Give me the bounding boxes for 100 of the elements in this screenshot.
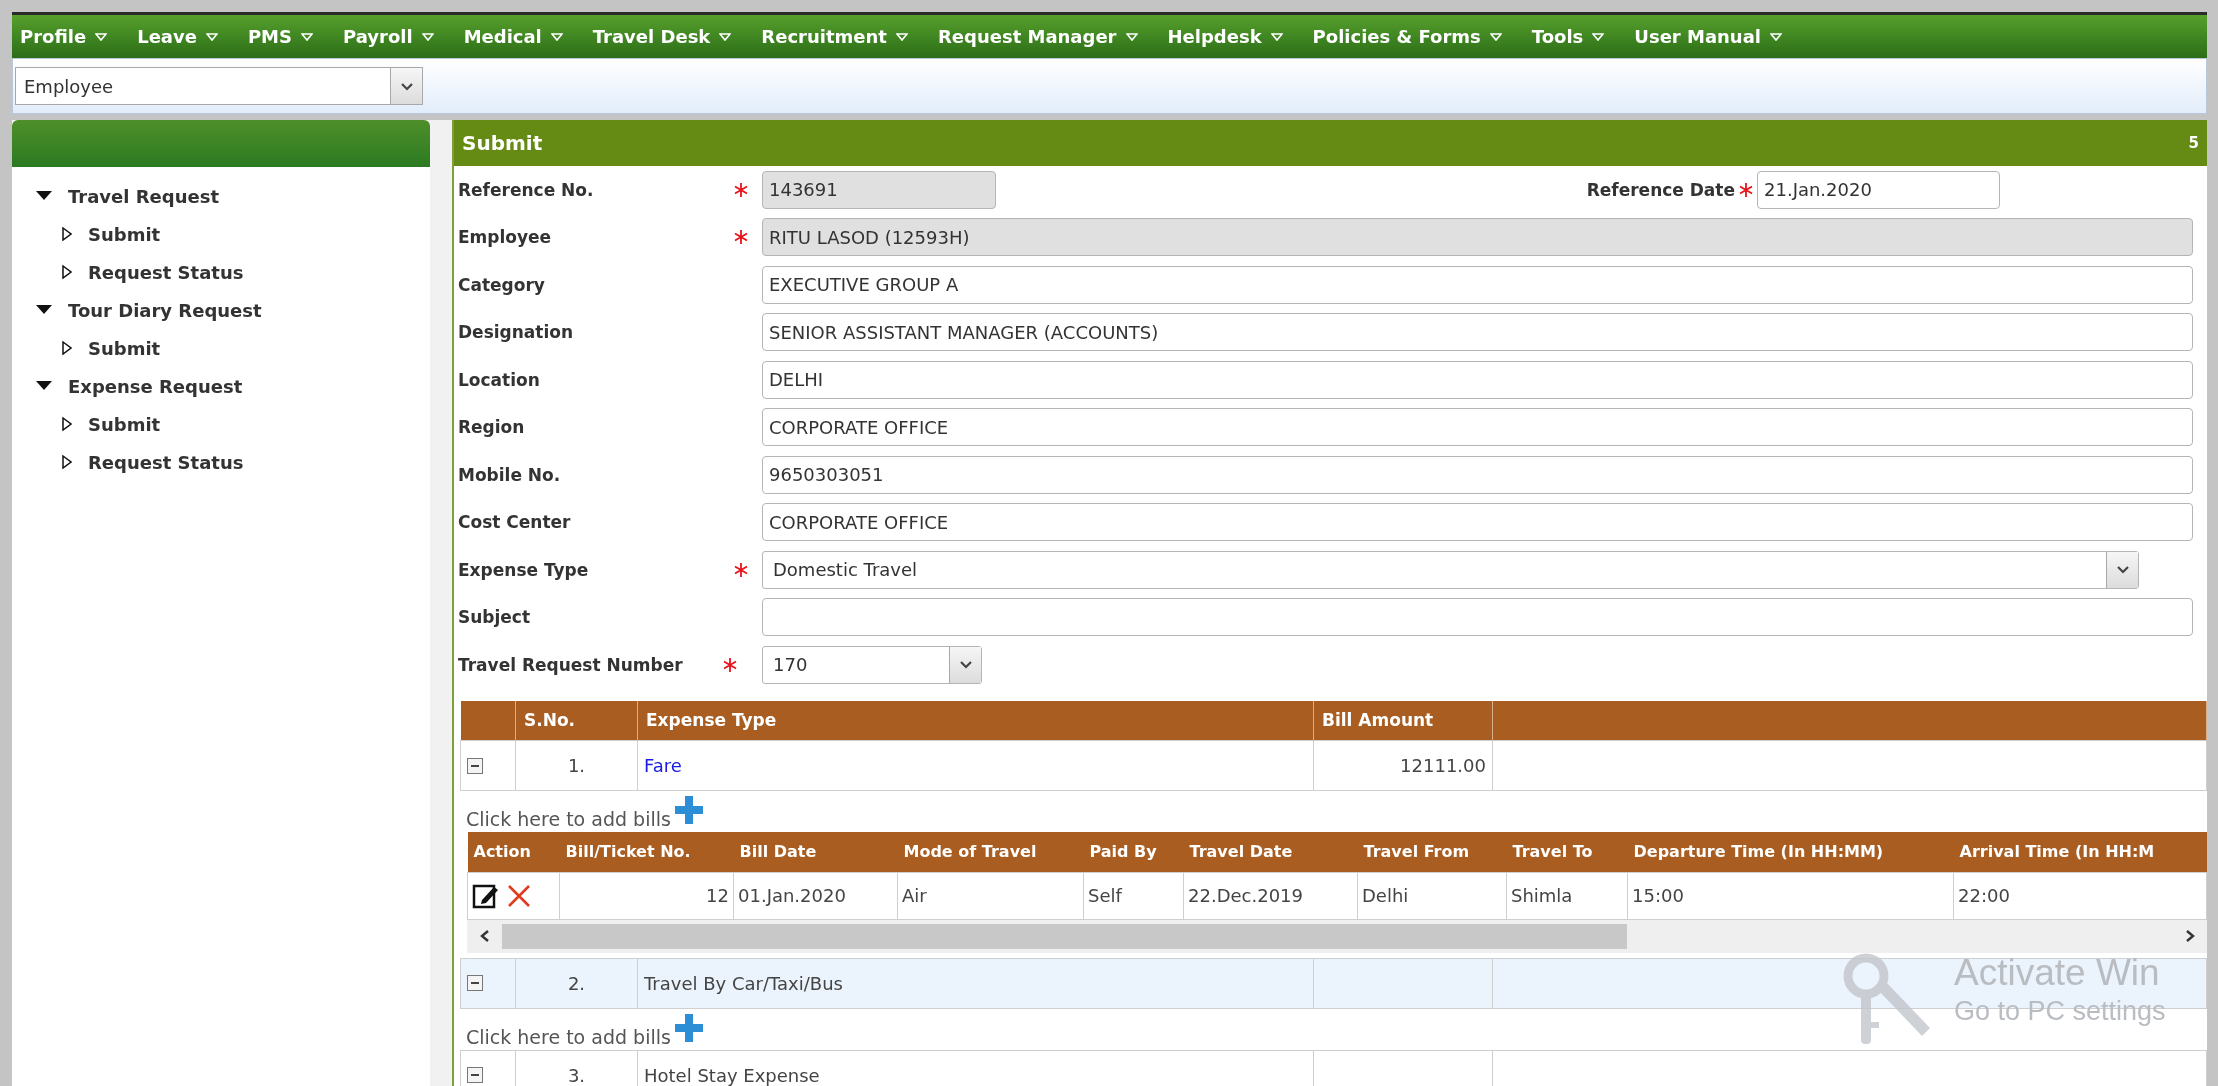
menu-item[interactable]: Profile [20, 26, 108, 47]
scrollbar-thumb[interactable] [502, 923, 1627, 949]
table-cell: Travel By Car/Taxi/Bus [637, 958, 1314, 1008]
menu-item[interactable]: User Manual [1634, 26, 1782, 47]
menu-item[interactable]: Tools [1531, 26, 1605, 47]
dropdown[interactable]: 170 [762, 645, 982, 684]
text-field[interactable]: SENIOR ASSISTANT MANAGER (ACCOUNTS) [762, 313, 2193, 352]
menu-item[interactable]: Helpdesk [1167, 26, 1283, 47]
tree-item[interactable]: Tour Diary Request [36, 291, 262, 329]
table-cell: 3. [515, 1050, 638, 1086]
menu-item[interactable]: Policies & Forms [1312, 26, 1502, 47]
column-header: Travel To [1506, 832, 1628, 872]
add-bills-link[interactable]: Click here to add bills [466, 808, 671, 832]
caret-icon [719, 32, 732, 41]
collapse-button[interactable] [467, 975, 483, 991]
text-field[interactable]: DELHI [762, 360, 2193, 399]
field-label: Location [458, 369, 541, 390]
table-cell: 1. [515, 740, 638, 791]
menu-item[interactable]: Travel Desk [592, 26, 732, 47]
column-header: Departure Time (In HH:MM) [1627, 832, 1954, 872]
right-triangle-icon [62, 265, 72, 279]
table-cell: Air [897, 872, 1084, 919]
activation-notice: Activate Win [1954, 952, 2161, 994]
menu-item[interactable]: Medical [463, 26, 563, 47]
table-cell: 2. [515, 958, 638, 1008]
column-header: S.No. [515, 700, 638, 741]
table-cell: 15:00 [1627, 872, 1954, 919]
add-bills-link[interactable]: Click here to add bills [466, 1025, 671, 1050]
field-label: Region [458, 417, 526, 438]
text-field[interactable]: EXECUTIVE GROUP A [762, 265, 2193, 304]
menu-item[interactable]: Request Manager [937, 26, 1138, 47]
text-field[interactable]: CORPORATE OFFICE [762, 408, 2193, 447]
table-cell: 12 [559, 872, 734, 919]
right-triangle-icon [62, 455, 72, 469]
column-header: Travel From [1357, 832, 1507, 872]
tree-item[interactable]: Expense Request [36, 367, 243, 405]
menu-item[interactable]: Leave [137, 26, 218, 47]
table-cell: 01.Jan.2020 [733, 872, 898, 919]
caret-icon [1770, 32, 1782, 41]
column-header: Paid By [1083, 832, 1184, 872]
dropdown[interactable]: Domestic Travel [762, 550, 2139, 589]
caret-icon [95, 32, 108, 41]
table-cell: 22:00 [1953, 872, 2207, 919]
field-label: Reference Date [1586, 179, 1735, 200]
tree-item[interactable]: Submit [36, 329, 161, 367]
role-dropdown[interactable]: Employee [15, 67, 423, 105]
field-label: Reference No. [458, 179, 595, 200]
caret-icon [421, 32, 434, 41]
tree-item[interactable]: Submit [36, 405, 161, 443]
plus-icon[interactable] [674, 1013, 703, 1042]
text-field[interactable]: 9650303051 [762, 455, 2193, 494]
field-label: Travel Request Number [458, 654, 684, 675]
table-cell: 22.Dec.2019 [1183, 872, 1358, 919]
column-header: Action [467, 832, 560, 872]
plus-icon[interactable] [674, 796, 703, 824]
caret-icon [1592, 32, 1605, 41]
tree-item[interactable]: Submit [36, 215, 161, 253]
column-header: Bill Amount [1313, 700, 1493, 741]
field-label: Employee [458, 227, 553, 248]
table-cell: Self [1083, 872, 1184, 919]
caret-icon [958, 660, 973, 670]
caret-icon [2115, 565, 2130, 575]
table-cell: Shimla [1506, 872, 1628, 919]
caret-icon [205, 32, 218, 41]
field-label: Cost Center [458, 512, 572, 533]
horizontal-scrollbar[interactable] [467, 919, 2207, 953]
table-cell: Delhi [1357, 872, 1507, 919]
text-field[interactable] [762, 598, 2193, 637]
caret-icon [399, 81, 414, 91]
column-header: Mode of Travel [897, 832, 1084, 872]
activation-hint: Go to PC settings [1954, 996, 2166, 1027]
right-triangle-icon [62, 417, 72, 431]
caret-icon [1125, 32, 1138, 41]
field-label: Mobile No. [458, 464, 562, 485]
table-cell: 12111.00 [1313, 740, 1493, 791]
field-label: Expense Type [458, 559, 590, 580]
page-number: 5 [2188, 134, 2199, 152]
tree-item[interactable]: Request Status [36, 443, 244, 481]
text-field[interactable]: CORPORATE OFFICE [762, 503, 2193, 542]
caret-icon [1489, 32, 1502, 41]
column-header: Bill/Ticket No. [559, 832, 734, 872]
collapse-button[interactable] [467, 1067, 483, 1083]
menu-item[interactable]: Payroll [343, 26, 434, 47]
tree-item[interactable]: Request Status [36, 253, 244, 291]
delete-icon[interactable] [506, 882, 532, 909]
table-cell: Hotel Stay Expense [637, 1050, 1314, 1086]
collapse-button[interactable] [467, 757, 483, 774]
column-header: Bill Date [733, 832, 898, 872]
field-label: Subject [458, 607, 532, 628]
caret-icon [550, 32, 563, 41]
caret-icon [895, 32, 908, 41]
menu-item[interactable]: Recruitment [761, 26, 908, 47]
column-header: Expense Type [637, 700, 1314, 741]
caret-icon [1270, 32, 1283, 41]
field-label: Category [458, 274, 546, 295]
tree-item[interactable]: Travel Request [36, 177, 219, 215]
column-header: Arrival Time (In HH:M [1953, 832, 2207, 872]
expense-link[interactable]: Fare [637, 740, 1314, 791]
right-triangle-icon [62, 227, 72, 241]
menu-item[interactable]: PMS [247, 26, 313, 47]
